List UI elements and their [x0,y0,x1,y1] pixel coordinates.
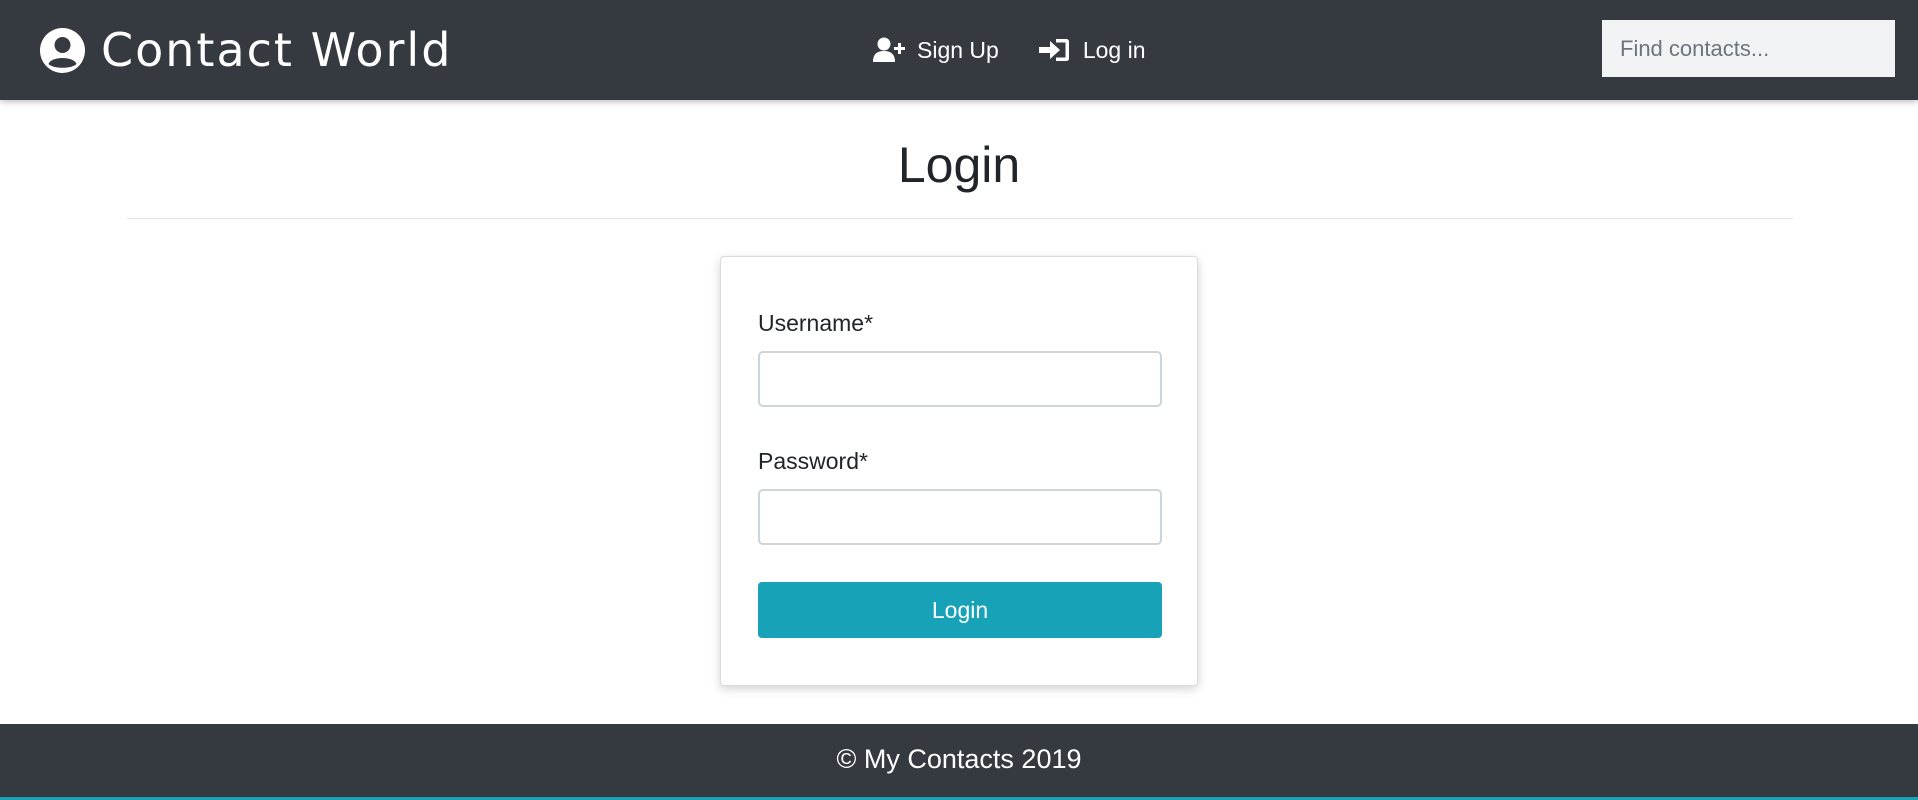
login-card: Username* Password* Login [720,256,1198,686]
username-label: Username* [758,310,874,336]
password-field[interactable] [758,489,1162,545]
top-navbar: Contact World Sign Up Log in [0,0,1918,100]
footer-copyright: © My Contacts 2019 [836,744,1082,774]
brand-link[interactable]: Contact World [40,22,452,78]
footer: © My Contacts 2019 [0,724,1918,800]
login-button[interactable]: Login [758,582,1162,638]
nav-signup-label: Sign Up [917,36,999,63]
sign-in-icon [1038,37,1071,63]
nav-login-label: Log in [1082,36,1146,63]
user-circle-icon [40,27,85,73]
nav-links: Sign Up Log in [873,30,1146,70]
nav-login-link[interactable]: Log in [1038,36,1146,64]
page-title: Login [897,137,1021,193]
nav-signup-link[interactable]: Sign Up [873,37,999,64]
user-plus-icon [873,37,905,63]
title-divider [127,218,1793,219]
brand-name: Contact World [101,23,453,77]
username-field[interactable] [758,351,1162,407]
password-label: Password* [758,448,868,474]
search-input[interactable] [1602,20,1895,77]
